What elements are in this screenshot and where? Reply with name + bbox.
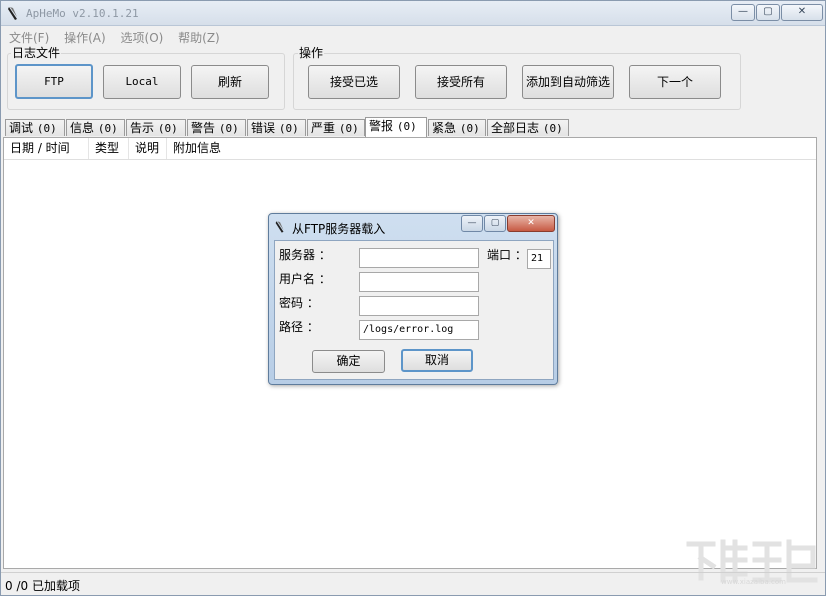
next-button-label: 下一个 xyxy=(656,75,693,89)
dialog-logo-icon xyxy=(275,221,284,233)
user-input[interactable] xyxy=(359,272,479,292)
ok-button[interactable]: 确定 xyxy=(312,350,385,373)
tab-count: (0) xyxy=(459,122,480,135)
accept-selected-label: 接受已选 xyxy=(329,75,378,89)
tab-count: (0) xyxy=(396,120,417,133)
tab-label: 错误 xyxy=(251,121,276,135)
column-description[interactable]: 说明 xyxy=(129,138,167,159)
port-label: 端口 ： xyxy=(487,248,527,262)
tab-label: 信息 xyxy=(70,121,95,135)
actions-group-label: 操作 xyxy=(298,44,325,61)
dialog-minimize-button[interactable]: — xyxy=(461,215,483,232)
column-extra-info[interactable]: 附加信息 xyxy=(167,138,247,159)
tab-count: (0) xyxy=(97,122,118,135)
status-text: 0 /0 已加载项 xyxy=(5,579,80,593)
window-title: ApHeMo v2.10.1.21 xyxy=(26,7,139,20)
tab-notice[interactable]: 告示 (0) xyxy=(126,119,186,136)
server-label: 服务器 ： xyxy=(279,248,331,262)
tab-label: 调试 xyxy=(9,121,34,135)
dialog-maximize-button[interactable]: ▢ xyxy=(484,215,506,232)
app-logo-icon xyxy=(8,7,17,20)
log-file-group-label: 日志文件 xyxy=(11,44,62,61)
title-bar[interactable]: ApHeMo v2.10.1.21 — ▢ ✕ xyxy=(1,1,825,26)
close-icon: ✕ xyxy=(797,6,807,17)
tab-warning[interactable]: 警告 (0) xyxy=(187,119,246,136)
ftp-button[interactable]: FTP xyxy=(15,64,93,99)
minimize-icon: — xyxy=(467,218,477,228)
maximize-icon: ▢ xyxy=(490,218,500,228)
password-label: 密码 ： xyxy=(279,296,319,310)
menu-options[interactable]: 选项(O) xyxy=(121,29,164,46)
main-window: ApHeMo v2.10.1.21 — ▢ ✕ 文件(F) 操作(A) 选项(O… xyxy=(0,0,826,596)
close-button[interactable]: ✕ xyxy=(781,4,823,21)
password-input[interactable] xyxy=(359,296,479,316)
tab-count: (0) xyxy=(338,122,359,135)
accept-all-label: 接受所有 xyxy=(436,75,485,89)
cancel-button-label: 取消 xyxy=(424,353,449,367)
user-label: 用户名 ： xyxy=(279,272,331,286)
minimize-button[interactable]: — xyxy=(731,4,755,21)
local-button-label: Local xyxy=(125,75,159,88)
tab-label: 警报 xyxy=(369,119,394,133)
tab-critical[interactable]: 严重 (0) xyxy=(307,119,365,136)
maximize-button[interactable]: ▢ xyxy=(756,4,780,21)
tab-alert[interactable]: 警报 (0) xyxy=(365,117,427,137)
ftp-load-dialog: 从FTP服务器载入 — ▢ ✕ 服务器 ： 端口 ： 21 用户名 ： 密码 ：… xyxy=(268,213,558,385)
tab-count: (0) xyxy=(278,122,299,135)
menu-bar: 文件(F) 操作(A) 选项(O) 帮助(Z) xyxy=(9,29,231,45)
tab-count: (0) xyxy=(36,122,57,135)
port-input[interactable]: 21 xyxy=(527,249,551,269)
menu-action[interactable]: 操作(A) xyxy=(64,29,106,46)
add-autofilter-button[interactable]: 添加到自动筛选 xyxy=(522,65,614,99)
path-input[interactable]: /logs/error.log xyxy=(359,320,479,340)
tab-label: 全部日志 xyxy=(491,121,540,135)
maximize-icon: ▢ xyxy=(763,6,773,17)
refresh-button[interactable]: 刷新 xyxy=(191,65,269,99)
column-type[interactable]: 类型 xyxy=(89,138,129,159)
tab-count: (0) xyxy=(157,122,178,135)
tab-count: (0) xyxy=(542,122,563,135)
refresh-button-label: 刷新 xyxy=(217,75,242,89)
accept-selected-button[interactable]: 接受已选 xyxy=(308,65,400,99)
menu-help[interactable]: 帮助(Z) xyxy=(178,29,220,46)
ftp-button-label: FTP xyxy=(44,75,64,88)
close-icon: ✕ xyxy=(527,218,535,228)
tab-all-logs[interactable]: 全部日志 (0) xyxy=(487,119,569,136)
cancel-button[interactable]: 取消 xyxy=(401,349,473,372)
add-autofilter-label: 添加到自动筛选 xyxy=(525,75,610,89)
tab-label: 严重 xyxy=(311,121,336,135)
tab-info[interactable]: 信息 (0) xyxy=(66,119,125,136)
tab-label: 告示 xyxy=(130,121,155,135)
minimize-icon: — xyxy=(738,6,748,17)
local-button[interactable]: Local xyxy=(103,65,181,99)
tab-count: (0) xyxy=(218,122,239,135)
status-bar: 0 /0 已加载项 xyxy=(1,572,825,595)
list-header: 日期 / 时间 类型 说明 附加信息 xyxy=(4,138,816,160)
tab-label: 紧急 xyxy=(432,121,457,135)
path-label: 路径 ： xyxy=(279,320,319,334)
ok-button-label: 确定 xyxy=(336,354,361,368)
server-input[interactable] xyxy=(359,248,479,268)
accept-all-button[interactable]: 接受所有 xyxy=(415,65,507,99)
dialog-close-button[interactable]: ✕ xyxy=(507,215,555,232)
next-button[interactable]: 下一个 xyxy=(629,65,721,99)
dialog-title: 从FTP服务器载入 xyxy=(292,222,386,236)
dialog-body: 服务器 ： 端口 ： 21 用户名 ： 密码 ： 路径 ： /logs/erro… xyxy=(274,240,554,380)
tab-emergency[interactable]: 紧急 (0) xyxy=(428,119,486,136)
tab-label: 警告 xyxy=(191,121,216,135)
tab-error[interactable]: 错误 (0) xyxy=(247,119,306,136)
column-datetime[interactable]: 日期 / 时间 xyxy=(4,138,89,159)
tab-debug[interactable]: 调试 (0) xyxy=(5,119,65,136)
